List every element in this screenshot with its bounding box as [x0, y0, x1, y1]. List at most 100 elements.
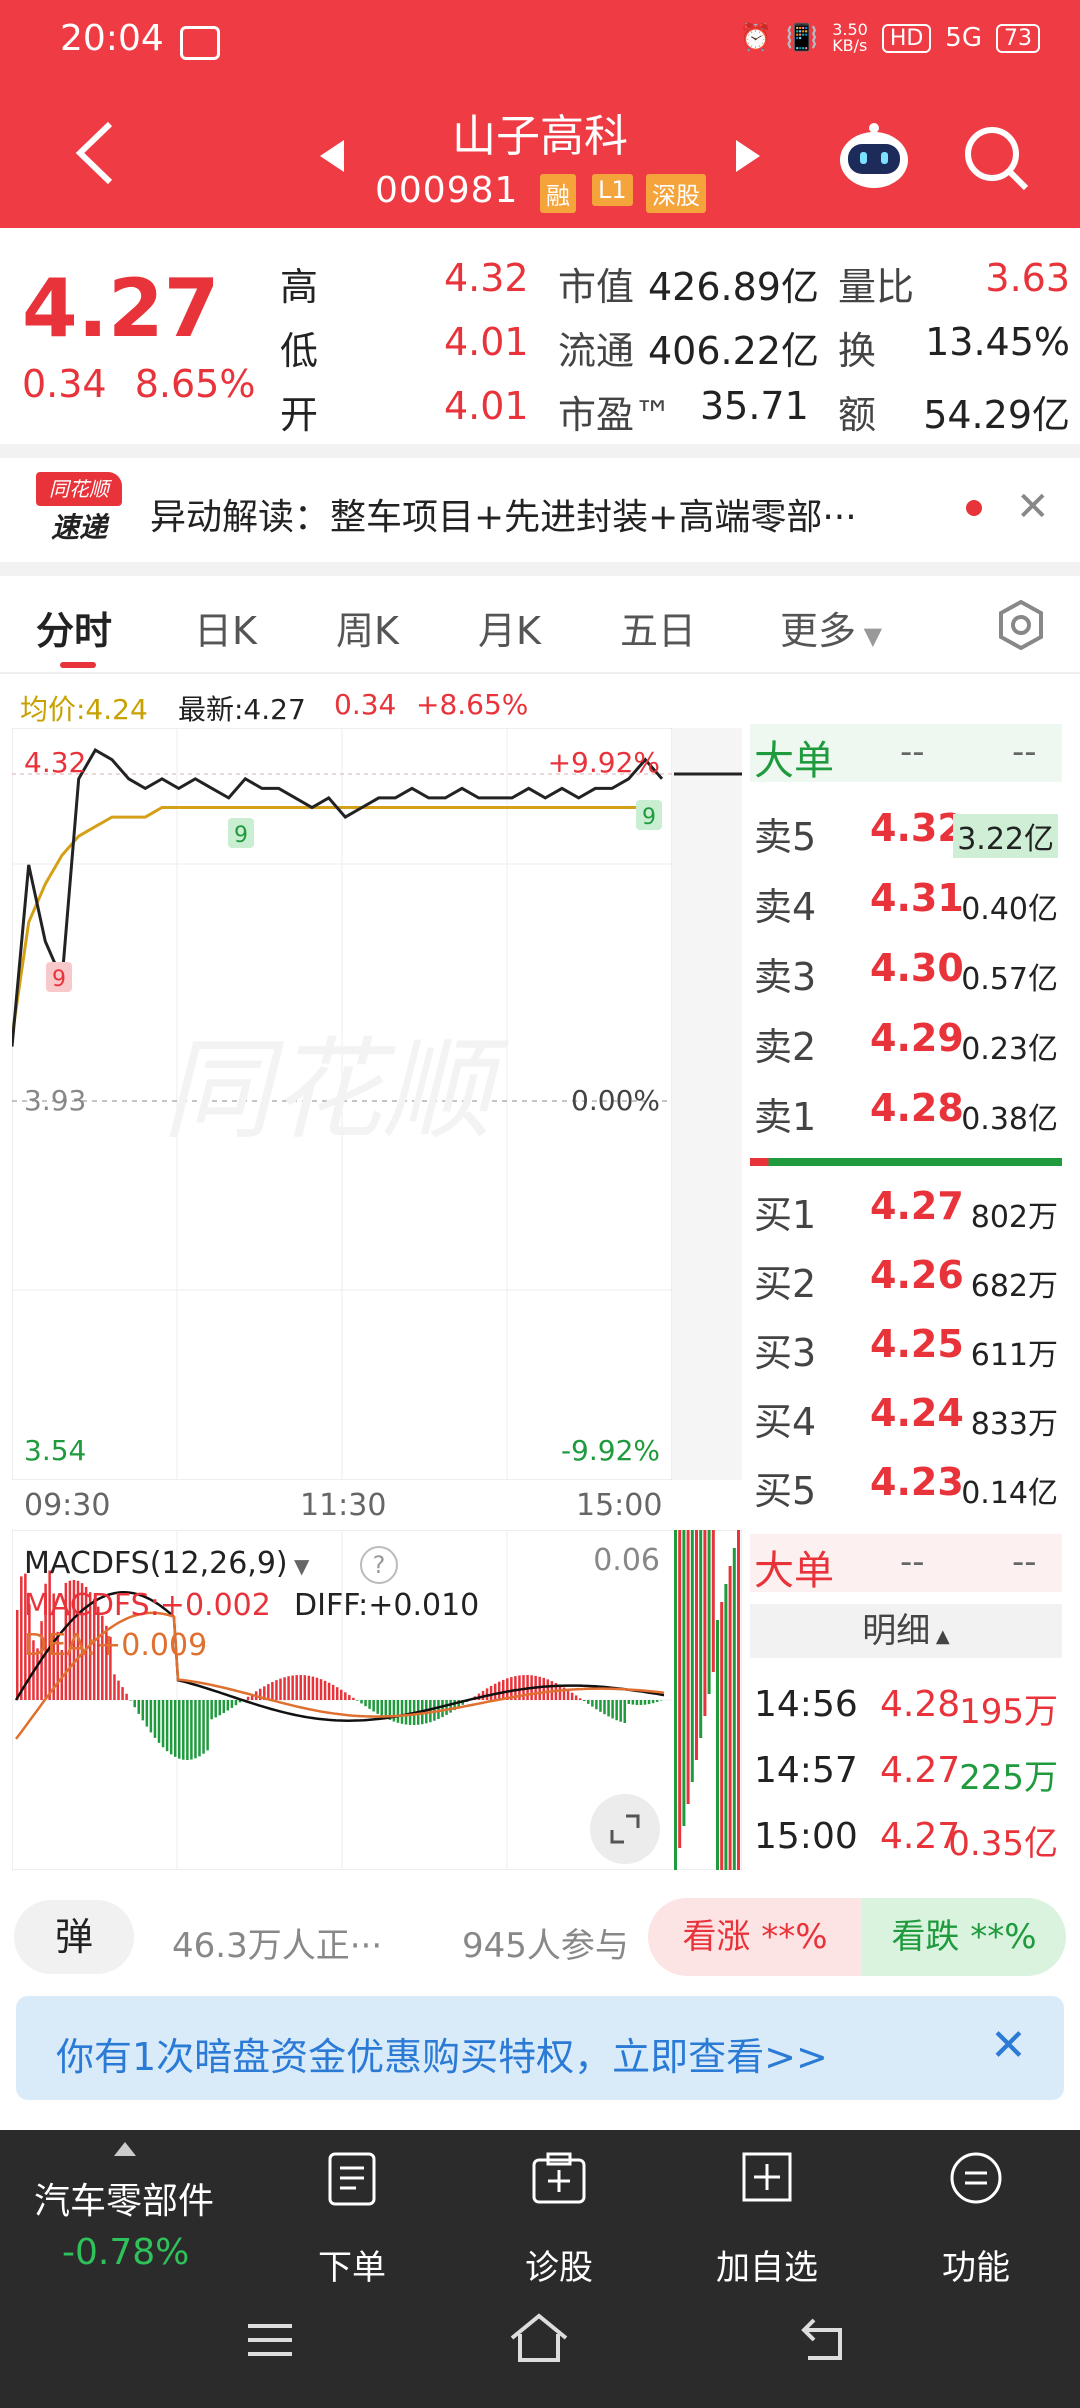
ask-label: 卖1: [754, 1095, 817, 1139]
system-home-icon[interactable]: [508, 2312, 570, 2364]
vote-down-button[interactable]: 看跌 **%: [862, 1898, 1066, 1976]
macd-bar: [20, 1576, 23, 1700]
tab-monthly-k[interactable]: 月K: [478, 600, 541, 655]
expand-up-icon[interactable]: [112, 2140, 138, 2158]
macd-bar: [392, 1700, 396, 1722]
bid-label: 买5: [754, 1469, 817, 1513]
big-order-label: 大单: [754, 738, 834, 784]
tab-intraday[interactable]: 分时: [36, 600, 112, 655]
quote-value-open: 4.01: [444, 384, 529, 428]
bid-price: 4.25: [870, 1322, 964, 1366]
detail-row[interactable]: 15:00 4.27 0.35亿: [750, 1808, 1062, 1868]
macd-bar: [583, 1700, 586, 1702]
macd-bar: [129, 1700, 132, 1701]
macd-indicator-selector[interactable]: MACDFS(12,26,9) ▼: [24, 1546, 309, 1581]
ask-row[interactable]: 卖5 4.32 3.22亿: [750, 800, 1062, 860]
close-icon[interactable]: ✕: [990, 2020, 1027, 2071]
quote-value-mktcap: 426.89亿: [648, 265, 819, 309]
ask-row[interactable]: 卖2 4.29 0.23亿: [750, 1010, 1062, 1070]
stock-name: 山子高科: [452, 111, 628, 162]
system-back-icon[interactable]: [800, 2316, 852, 2362]
macd-bar: [396, 1700, 400, 1723]
detail-price: 4.28: [880, 1684, 961, 1725]
bid-row[interactable]: 买3 4.25 611万: [750, 1316, 1062, 1376]
ths-express-logo: 同花顺 速递: [36, 472, 122, 546]
ask-price: 4.29: [870, 1016, 964, 1060]
tag-sz-connect: 深股: [646, 174, 706, 213]
macd-bar: [485, 1688, 489, 1700]
ask-price: 4.32: [870, 806, 964, 850]
robot-assistant-icon[interactable]: [836, 120, 912, 192]
status-time: 20:04: [60, 18, 164, 59]
ask-row[interactable]: 卖3 4.30 0.57亿: [750, 940, 1062, 1000]
bid-label: 买2: [754, 1262, 817, 1306]
macd-bar: [165, 1700, 169, 1752]
menu-function-icon[interactable]: [948, 2150, 1004, 2206]
nav-diagnose[interactable]: 诊股: [479, 2240, 639, 2289]
macd-side-bar: [686, 1530, 690, 1804]
macd-bar: [348, 1695, 351, 1700]
search-icon[interactable]: [962, 124, 1032, 194]
nav-order[interactable]: 下单: [272, 2240, 432, 2289]
tab-five-day[interactable]: 五日: [620, 600, 696, 655]
sector-name[interactable]: 汽车零部件: [34, 2172, 214, 2224]
nav-function[interactable]: 功能: [896, 2240, 1056, 2289]
pct-label-top: +9.92%: [548, 746, 660, 779]
bid-row[interactable]: 买4 4.24 833万: [750, 1385, 1062, 1445]
macd-bar: [619, 1700, 622, 1722]
help-icon[interactable]: ?: [360, 1546, 398, 1584]
ask-row[interactable]: 卖1 4.28 0.38亿: [750, 1080, 1062, 1140]
divider: [0, 672, 1080, 674]
bid-row[interactable]: 买5 4.23 0.14亿: [750, 1454, 1062, 1514]
macd-bar: [234, 1700, 238, 1706]
macd-bar: [340, 1689, 343, 1700]
news-headline[interactable]: 异动解读：整车项目+先进封装+高端零部···: [150, 488, 857, 540]
header-bar: 20:04 ⏰ 📳 3.50 KB/s HD 5G 73 山子高科 000981…: [0, 0, 1080, 228]
ask-row[interactable]: 卖4 4.31 0.40亿: [750, 870, 1062, 930]
macd-bar: [631, 1700, 635, 1705]
bid-price: 4.27: [870, 1184, 964, 1228]
macd-bar: [623, 1700, 626, 1723]
macd-bar: [627, 1700, 631, 1704]
vote-up-button[interactable]: 看涨 **%: [648, 1898, 862, 1976]
macd-bar: [356, 1700, 359, 1701]
bid-row[interactable]: 买1 4.27 802万: [750, 1178, 1062, 1238]
intraday-chart[interactable]: 同花顺 9 9 9 4.32 3.93 3.54 +9.92% 0.00% -9…: [12, 728, 742, 1480]
dea-value: DEA:+0.009: [24, 1628, 208, 1663]
order-icon[interactable]: [326, 2150, 378, 2208]
change-value: 0.34: [22, 362, 107, 406]
next-stock-icon[interactable]: [734, 138, 762, 174]
settings-icon[interactable]: [996, 600, 1046, 650]
bid-row[interactable]: 买2 4.26 682万: [750, 1247, 1062, 1307]
macd-bar: [542, 1677, 545, 1700]
alarm-icon: ⏰: [739, 23, 772, 53]
macd-bar: [437, 1700, 440, 1720]
diagnose-icon[interactable]: [530, 2150, 588, 2206]
add-watchlist-icon[interactable]: [740, 2150, 794, 2204]
macd-bar: [287, 1676, 290, 1700]
expand-icon[interactable]: [590, 1794, 660, 1864]
macd-bar: [315, 1677, 319, 1700]
quote-value-amount: 54.29亿: [923, 393, 1070, 437]
bid-volume: 0.14亿: [961, 1476, 1058, 1511]
macd-bar: [230, 1700, 234, 1708]
tab-daily-k[interactable]: 日K: [194, 600, 257, 655]
danmu-toggle[interactable]: 弹: [14, 1900, 134, 1974]
macdfs-value: MACDFS:+0.002: [24, 1588, 271, 1623]
nav-add-watchlist[interactable]: 加自选: [687, 2240, 847, 2289]
tab-weekly-k[interactable]: 周K: [336, 600, 399, 655]
system-menu-icon[interactable]: [246, 2320, 294, 2360]
promo-banner[interactable]: 你有1次暗盘资金优惠购买特权，立即查看>> ✕: [16, 1996, 1064, 2100]
ask-label: 卖5: [754, 815, 817, 859]
detail-row[interactable]: 14:57 4.27 225万: [750, 1742, 1062, 1802]
macd-bar: [117, 1680, 120, 1700]
macd-bar: [121, 1687, 124, 1700]
tab-more[interactable]: 更多 ▼: [780, 600, 882, 655]
detail-title-button[interactable]: 明细 ▲: [750, 1604, 1062, 1658]
detail-row[interactable]: 14:56 4.28 195万: [750, 1676, 1062, 1736]
close-icon[interactable]: ✕: [1016, 484, 1050, 530]
macd-bar: [607, 1700, 610, 1717]
macd-bar: [113, 1674, 116, 1700]
macd-side-bar: [695, 1530, 698, 1760]
macd-bar: [267, 1684, 270, 1700]
